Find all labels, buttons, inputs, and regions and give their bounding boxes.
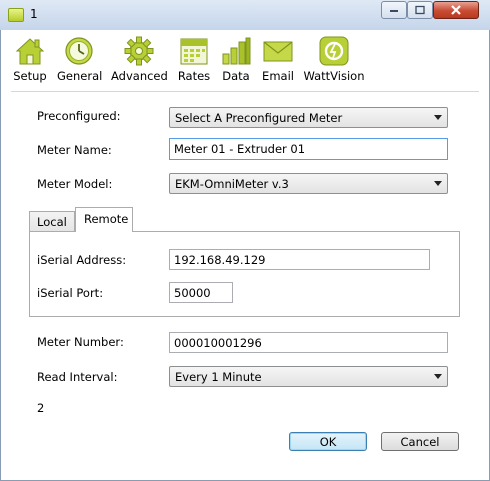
calendar-icon xyxy=(178,36,210,66)
meter-number-field[interactable] xyxy=(169,332,448,353)
toolbar-wattvision[interactable]: WattVision xyxy=(303,36,365,83)
meter-model-select[interactable]: EKM-OmniMeter v.3 xyxy=(169,173,448,194)
meter-model-value: EKM-OmniMeter v.3 xyxy=(175,177,289,191)
minimize-button[interactable] xyxy=(381,1,407,19)
window-title: 1 xyxy=(30,7,38,21)
meter-name-field[interactable] xyxy=(169,138,448,160)
cancel-button[interactable]: Cancel xyxy=(381,432,459,451)
toolbar-data[interactable]: Data xyxy=(220,36,252,83)
meter-model-label: Meter Model: xyxy=(37,177,113,191)
chevron-down-icon xyxy=(434,115,442,120)
chevron-down-icon xyxy=(434,181,442,186)
clock-icon xyxy=(63,36,95,66)
preconfigured-label: Preconfigured: xyxy=(37,109,121,123)
close-button[interactable] xyxy=(433,1,479,19)
iserial-address-field[interactable] xyxy=(169,249,430,270)
read-interval-select[interactable]: Every 1 Minute xyxy=(169,366,448,387)
preconfigured-value: Select A Preconfigured Meter xyxy=(175,111,343,125)
gear-icon xyxy=(123,36,155,66)
close-icon xyxy=(451,5,461,15)
toolbar-rates[interactable]: Rates xyxy=(176,36,212,83)
wattvision-icon xyxy=(318,36,350,66)
minimize-icon xyxy=(390,10,398,12)
iserial-port-field[interactable] xyxy=(169,282,233,303)
status-text: 2 xyxy=(37,401,45,415)
read-interval-label: Read Interval: xyxy=(37,370,118,384)
toolbar-email[interactable]: Email xyxy=(261,36,295,83)
title-bar[interactable]: 1 xyxy=(0,0,490,31)
ok-button[interactable]: OK xyxy=(289,432,367,451)
tab-local[interactable]: Local xyxy=(29,211,75,231)
toolbar-advanced[interactable]: Advanced xyxy=(111,36,168,83)
meter-name-label: Meter Name: xyxy=(37,143,112,157)
envelope-icon xyxy=(262,36,294,66)
preconfigured-select[interactable]: Select A Preconfigured Meter xyxy=(169,107,448,128)
remote-tab-panel xyxy=(29,231,460,317)
bar-chart-icon xyxy=(220,36,252,66)
toolbar-divider xyxy=(11,91,479,92)
chevron-down-icon xyxy=(434,374,442,379)
maximize-button[interactable] xyxy=(407,1,433,19)
iserial-address-label: iSerial Address: xyxy=(37,253,127,267)
meter-number-label: Meter Number: xyxy=(37,335,124,349)
app-icon xyxy=(8,8,24,22)
read-interval-value: Every 1 Minute xyxy=(175,370,262,384)
tab-remote[interactable]: Remote xyxy=(75,207,133,232)
toolbar-setup[interactable]: Setup xyxy=(10,36,50,83)
toolbar-general[interactable]: General xyxy=(57,36,102,83)
iserial-port-label: iSerial Port: xyxy=(37,286,104,300)
house-icon xyxy=(14,36,46,66)
maximize-icon xyxy=(415,5,425,15)
